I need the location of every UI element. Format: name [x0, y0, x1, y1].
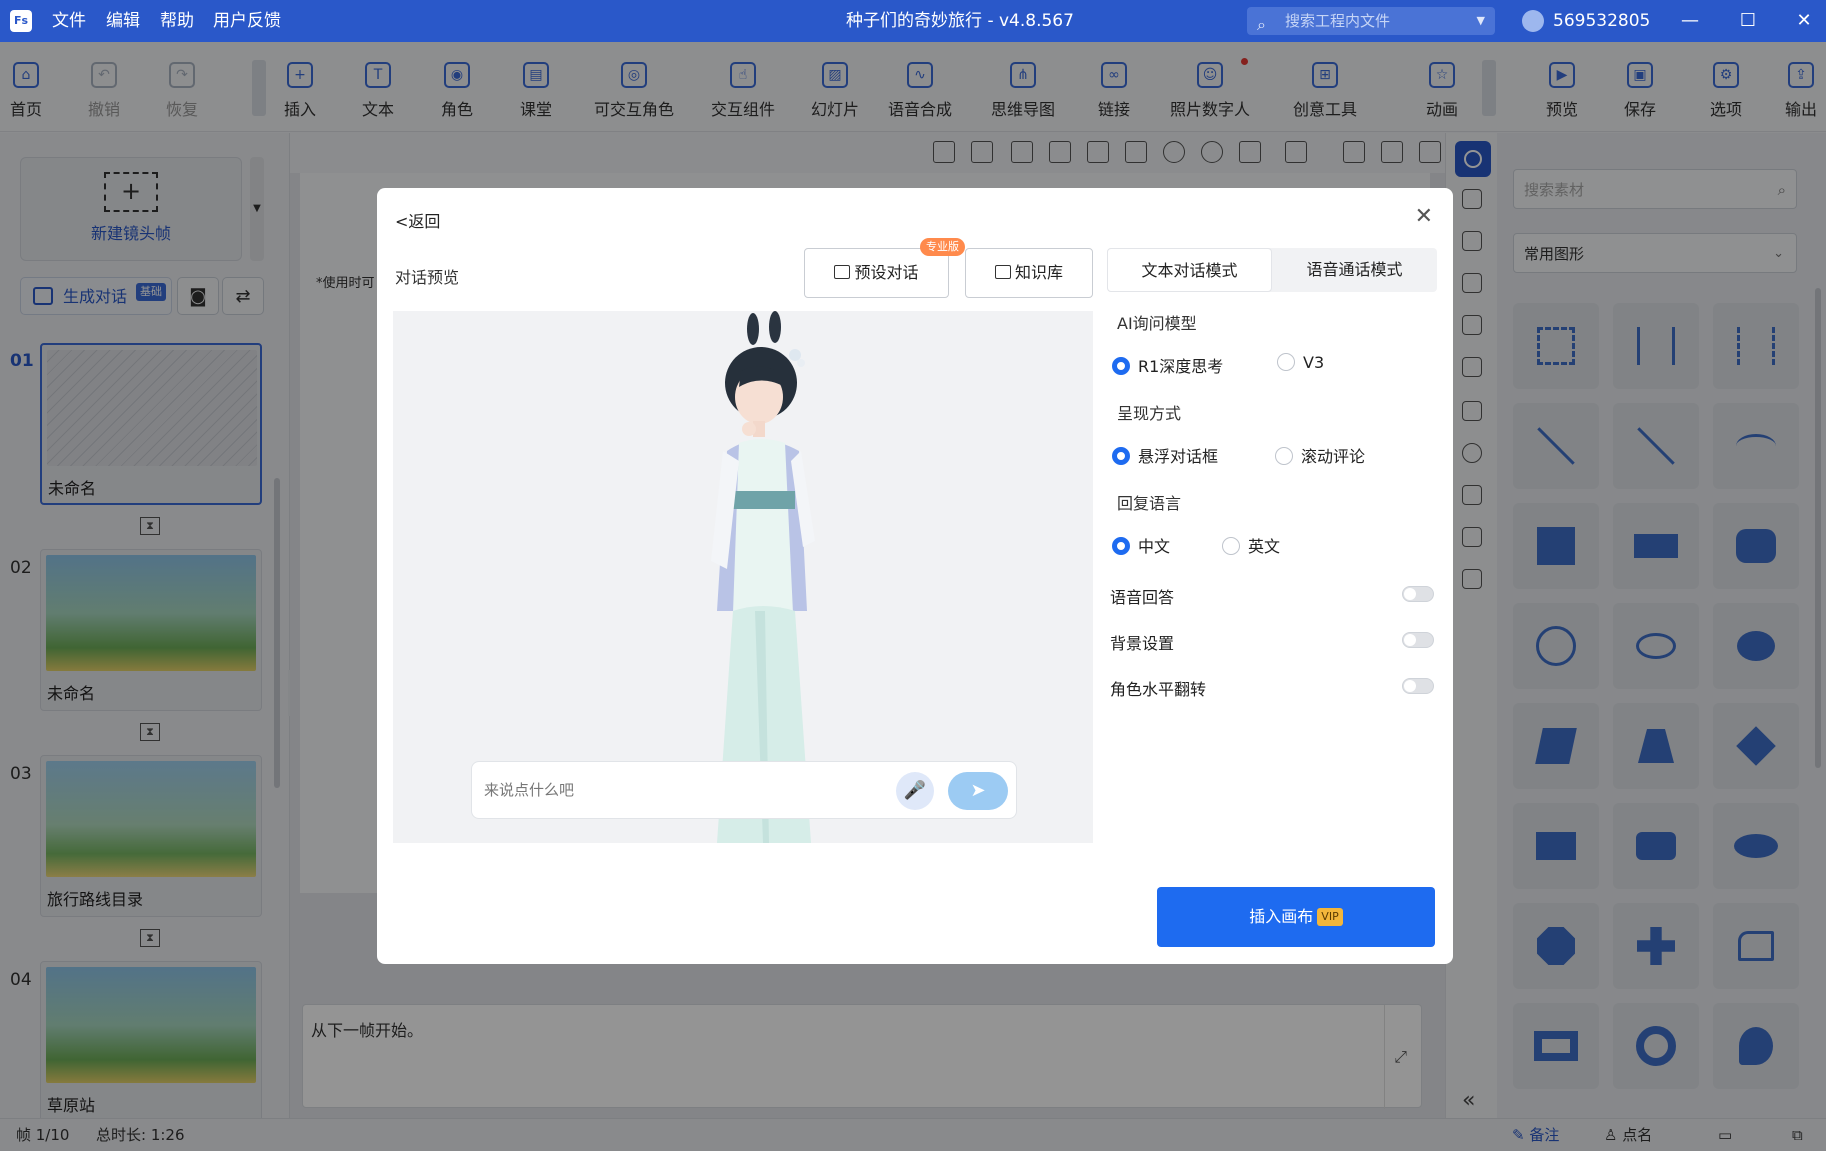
radio-label: 滚动评论 — [1301, 447, 1366, 466]
preview-title: 对话预览 — [395, 268, 460, 287]
window-title: 种子们的奇妙旅行 - v4.8.567 — [846, 11, 1074, 31]
project-search-input[interactable]: ⌕ 搜索工程内文件 ▼ — [1247, 7, 1495, 35]
radio-chinese[interactable]: 中文 — [1112, 533, 1170, 557]
radio-label: V3 — [1303, 353, 1325, 372]
pro-badge: 专业版 — [920, 238, 965, 256]
search-icon: ⌕ — [1257, 15, 1266, 34]
microphone-icon[interactable]: 🎤 — [896, 772, 934, 810]
background-setting-label: 背景设置 — [1110, 634, 1175, 653]
title-bar: Fs 文件 编辑 帮助 用户反馈 种子们的奇妙旅行 - v4.8.567 ⌕ 搜… — [0, 0, 1826, 42]
insert-canvas-button[interactable]: 插入画布 VIP — [1157, 887, 1435, 947]
tab-voice-mode[interactable]: 语音通话模式 — [1272, 248, 1437, 292]
chat-placeholder: 来说点什么吧 — [484, 781, 575, 799]
radio-dot — [1112, 537, 1130, 555]
send-icon[interactable]: ➤ — [948, 772, 1008, 810]
ai-model-label: AI询问模型 — [1117, 314, 1197, 333]
radio-r1[interactable]: R1深度思考 — [1112, 353, 1223, 377]
dialog-preview-modal: <返回 ✕ 对话预览 预设对话 专业版 知识库 来说点什么吧 🎤 ➤ 文本对话模… — [377, 188, 1453, 964]
menu-help[interactable]: 帮助 — [160, 0, 194, 42]
radio-dot — [1275, 447, 1293, 465]
radio-scroll-comment[interactable]: 滚动评论 — [1275, 443, 1365, 467]
close-icon[interactable]: ✕ — [1415, 204, 1433, 229]
chevron-down-icon[interactable]: ▼ — [1477, 7, 1485, 35]
radio-label: 英文 — [1248, 537, 1281, 556]
dialog-icon — [834, 265, 851, 279]
radio-v3[interactable]: V3 — [1277, 353, 1324, 372]
flip-role-label: 角色水平翻转 — [1110, 680, 1207, 699]
voice-answer-toggle[interactable] — [1402, 586, 1434, 602]
background-setting-toggle[interactable] — [1402, 632, 1434, 648]
avatar[interactable] — [1522, 10, 1544, 32]
knowledge-base-button[interactable]: 知识库 — [965, 248, 1093, 298]
reply-language-label: 回复语言 — [1117, 494, 1182, 513]
presentation-label: 呈现方式 — [1117, 404, 1182, 423]
menu-feedback[interactable]: 用户反馈 — [213, 0, 281, 42]
menu-edit[interactable]: 编辑 — [106, 0, 140, 42]
insert-canvas-label: 插入画布 — [1249, 907, 1314, 926]
radio-english[interactable]: 英文 — [1222, 533, 1280, 557]
voice-answer-label: 语音回答 — [1110, 588, 1175, 607]
flip-role-toggle[interactable] — [1402, 678, 1434, 694]
preset-dialog-label: 预设对话 — [854, 263, 919, 282]
minimize-icon[interactable]: — — [1670, 0, 1710, 42]
close-window-icon[interactable]: ✕ — [1784, 0, 1824, 42]
mode-tabs: 文本对话模式 语音通话模式 — [1107, 248, 1437, 292]
vip-badge: VIP — [1317, 908, 1343, 926]
back-link[interactable]: <返回 — [395, 208, 440, 232]
menu-file[interactable]: 文件 — [52, 0, 86, 42]
radio-dot — [1277, 353, 1295, 371]
app-logo: Fs — [10, 10, 32, 32]
radio-dot — [1222, 537, 1240, 555]
radio-label: 中文 — [1138, 537, 1171, 556]
tab-text-mode[interactable]: 文本对话模式 — [1107, 248, 1272, 292]
search-placeholder: 搜索工程内文件 — [1285, 12, 1391, 30]
radio-label: R1深度思考 — [1138, 357, 1224, 376]
radio-dot — [1112, 447, 1130, 465]
character-preview: 来说点什么吧 🎤 ➤ — [393, 311, 1093, 843]
radio-dot — [1112, 357, 1130, 375]
maximize-icon[interactable]: ☐ — [1728, 0, 1768, 42]
knowledge-base-label: 知识库 — [1014, 263, 1063, 282]
book-icon — [994, 265, 1011, 279]
radio-label: 悬浮对话框 — [1138, 447, 1219, 466]
radio-floating-dialog[interactable]: 悬浮对话框 — [1112, 443, 1218, 467]
chat-input[interactable]: 来说点什么吧 🎤 ➤ — [471, 761, 1017, 819]
user-id: 569532805 — [1553, 11, 1651, 31]
